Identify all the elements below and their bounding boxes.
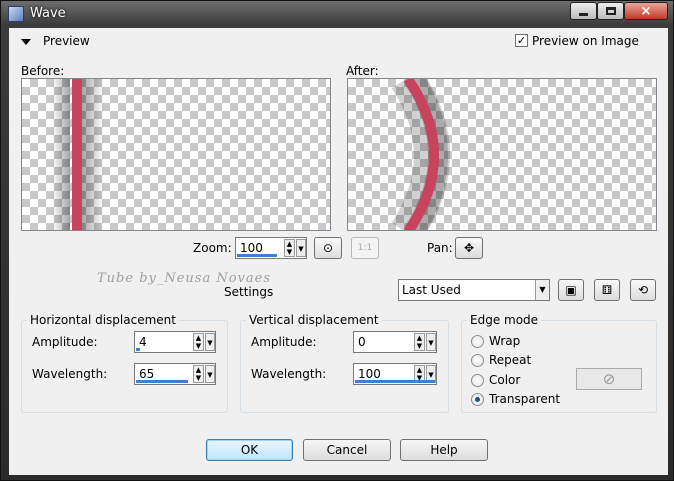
h-wavelength-value: 65 <box>139 367 155 381</box>
radio-wrap-label[interactable]: Wrap <box>489 334 520 348</box>
app-icon <box>8 6 24 22</box>
before-image <box>52 79 104 230</box>
before-preview[interactable] <box>21 78 331 231</box>
h-amplitude-value: 4 <box>139 335 147 349</box>
preset-value: Last Used <box>402 283 461 297</box>
preview-on-image-label[interactable]: Preview on Image <box>532 34 639 48</box>
reset-button[interactable]: ⟲ <box>630 279 656 301</box>
after-preview[interactable] <box>347 78 657 231</box>
close-button[interactable]: × <box>624 2 668 20</box>
minimize-button[interactable] <box>570 2 597 20</box>
dice-icon: ⚅ <box>601 283 613 297</box>
tube-watermark: Tube by_Neusa Novaes <box>97 271 272 286</box>
settings-label: Settings <box>224 285 274 299</box>
pan-label: Pan: <box>427 241 453 255</box>
v-wavelength-slider-bar[interactable] <box>355 380 435 383</box>
radio-wrap[interactable] <box>471 335 484 348</box>
preview-on-image-checkbox[interactable]: ✓ <box>515 34 528 47</box>
minimize-icon <box>579 12 588 16</box>
edge-mode-group: Edge mode Wrap Repeat Color Transparent … <box>461 313 657 413</box>
radio-repeat[interactable] <box>471 354 484 367</box>
v-amplitude-label: Amplitude: <box>251 335 317 349</box>
randomize-button[interactable]: ⚅ <box>594 279 620 301</box>
before-label: Before: <box>21 64 65 78</box>
preview-section-label: Preview <box>43 34 90 48</box>
horizontal-displacement-title: Horizontal displacement <box>27 313 179 327</box>
radio-transparent[interactable] <box>471 393 484 406</box>
edge-color-swatch[interactable]: ⊘ <box>576 368 642 390</box>
v-amplitude-spin-arrows[interactable]: ▲ ▼ <box>414 333 425 351</box>
pan-button[interactable]: ✥ <box>455 237 483 259</box>
radio-repeat-label[interactable]: Repeat <box>489 353 531 367</box>
h-wavelength-slider-bar[interactable] <box>136 380 188 383</box>
zoom-one-to-one-button[interactable]: 1:1 <box>351 237 379 259</box>
h-amplitude-dropdown-icon[interactable]: ▼ <box>205 333 215 351</box>
v-wavelength-value: 100 <box>358 367 381 381</box>
chevron-down-icon[interactable]: ▼ <box>535 280 549 300</box>
no-color-icon: ⊘ <box>602 370 616 388</box>
h-wavelength-spin-arrows[interactable]: ▲ ▼ <box>193 365 204 383</box>
v-amplitude-dropdown-icon[interactable]: ▼ <box>426 333 436 351</box>
h-wavelength-dropdown-icon[interactable]: ▼ <box>205 365 215 383</box>
after-label: After: <box>346 64 379 78</box>
vertical-displacement-title: Vertical displacement <box>246 313 382 327</box>
title-bar[interactable]: Wave × <box>1 1 673 27</box>
h-amplitude-input[interactable]: 4 ▲ ▼ ▼ <box>134 331 216 353</box>
h-amplitude-spin-arrows[interactable]: ▲ ▼ <box>193 333 204 351</box>
vertical-displacement-group: Vertical displacement Amplitude: 0 ▲ ▼ ▼ … <box>240 313 449 413</box>
zoom-value: 100 <box>240 241 263 255</box>
h-amplitude-slider-bar[interactable] <box>136 348 140 351</box>
radio-color[interactable] <box>471 374 484 387</box>
wave-dialog: Wave × Preview ✓ Preview on Image Before… <box>0 0 674 481</box>
edge-mode-title: Edge mode <box>467 313 542 327</box>
h-wavelength-input[interactable]: 65 ▲ ▼ ▼ <box>134 363 216 385</box>
radio-color-label[interactable]: Color <box>489 373 520 387</box>
ok-button[interactable]: OK <box>206 439 293 461</box>
move-icon: ✥ <box>463 241 475 255</box>
horizontal-displacement-group: Horizontal displacement Amplitude: 4 ▲ ▼ … <box>21 313 228 413</box>
before-stripe <box>72 79 82 230</box>
zoom-fit-button[interactable]: ⊙ <box>314 237 342 259</box>
dialog-body: Preview ✓ Preview on Image Before: After… <box>9 28 668 475</box>
after-image <box>391 79 450 230</box>
zoom-dropdown-icon[interactable]: ▼ <box>296 239 306 257</box>
collapse-triangle-icon[interactable] <box>21 39 31 45</box>
v-wavelength-label: Wavelength: <box>251 367 327 381</box>
help-button[interactable]: Help <box>400 439 488 461</box>
save-icon: ▣ <box>565 283 577 297</box>
zoom-input[interactable]: 100 ▲ ▼ ▼ <box>235 237 307 259</box>
zoom-spin-arrows[interactable]: ▲ ▼ <box>284 239 295 257</box>
save-preset-button[interactable]: ▣ <box>558 279 584 301</box>
window-title: Wave <box>30 6 66 21</box>
one-to-one-label: 1:1 <box>357 243 373 253</box>
v-amplitude-input[interactable]: 0 ▲ ▼ ▼ <box>353 331 437 353</box>
radio-transparent-label[interactable]: Transparent <box>489 392 560 406</box>
v-wavelength-input[interactable]: 100 ▲ ▼ ▼ <box>353 363 437 385</box>
reset-icon: ⟲ <box>637 283 649 297</box>
h-wavelength-label: Wavelength: <box>32 367 108 381</box>
zoom-label: Zoom: <box>193 241 232 255</box>
preset-dropdown[interactable]: Last Used ▼ <box>398 279 550 301</box>
maximize-button[interactable] <box>597 2 624 20</box>
cancel-button[interactable]: Cancel <box>303 439 391 461</box>
maximize-icon <box>605 7 616 15</box>
zoom-fit-icon: ⊙ <box>322 241 334 255</box>
close-icon: × <box>640 3 652 19</box>
h-amplitude-label: Amplitude: <box>32 335 98 349</box>
v-amplitude-value: 0 <box>358 335 366 349</box>
zoom-slider-bar[interactable] <box>237 254 277 257</box>
